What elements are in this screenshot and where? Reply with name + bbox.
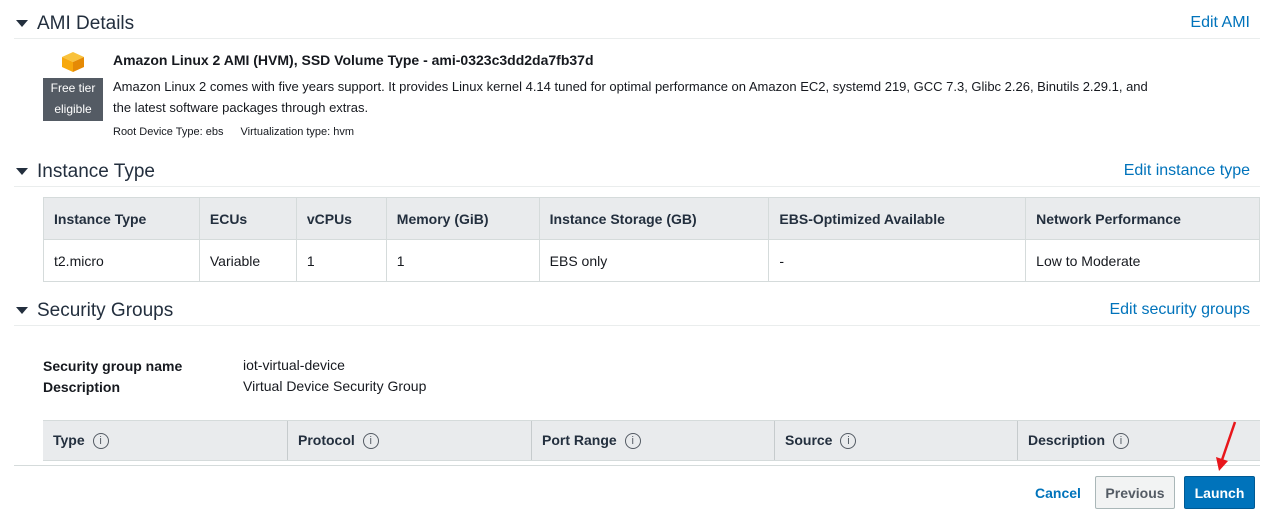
column-header: Network Performance [1025,197,1260,240]
collapse-caret-icon[interactable] [16,168,28,175]
previous-button[interactable]: Previous [1095,476,1175,509]
package-cube-icon [62,52,84,72]
table-header-row: Instance Type ECUs vCPUs Memory (GiB) In… [43,197,1260,240]
table-cell: Variable [198,239,297,282]
footer-divider [14,465,1260,466]
info-icon[interactable]: i [362,433,379,449]
rule-column-label: Description [1028,432,1106,448]
collapse-caret-icon[interactable] [16,20,28,27]
table-cell: 1 [295,239,387,282]
security-group-name-value: iot-virtual-device [243,357,345,373]
info-icon[interactable]: i [624,433,641,449]
ami-details-header: AMI Details Edit AMI [14,11,1260,39]
rule-column-type: Type i [43,421,287,460]
info-icon[interactable]: i [1113,433,1130,449]
column-header: Instance Type [43,197,200,240]
free-tier-badge: Free tier eligible [43,78,103,121]
column-header: EBS-Optimized Available [768,197,1027,240]
rule-column-source: Source i [774,421,1017,460]
collapse-caret-icon[interactable] [16,307,28,314]
edit-ami-link[interactable]: Edit AMI [1190,14,1250,32]
edit-security-groups-link[interactable]: Edit security groups [1109,301,1250,319]
rule-column-protocol: Protocol i [287,421,531,460]
security-groups-title: Security Groups [37,300,174,321]
rule-column-label: Type [53,432,85,448]
edit-instance-type-link[interactable]: Edit instance type [1124,162,1250,180]
instance-type-title: Instance Type [37,161,155,182]
security-groups-header: Security Groups Edit security groups [14,298,1260,326]
cancel-link[interactable]: Cancel [1035,485,1081,501]
ami-details-title: AMI Details [37,13,135,34]
info-icon[interactable]: i [92,433,109,449]
red-arrow-annotation-icon [1216,421,1237,471]
column-header: Instance Storage (GB) [538,197,770,240]
column-header: ECUs [198,197,297,240]
column-header: vCPUs [295,197,387,240]
rule-column-port-range: Port Range i [531,421,774,460]
info-icon[interactable]: i [840,433,857,449]
ami-name: Amazon Linux 2 AMI (HVM), SSD Volume Typ… [113,52,594,68]
rule-column-label: Protocol [298,432,355,448]
table-cell: 1 [385,239,540,282]
table-cell: Low to Moderate [1025,239,1260,282]
root-device-type: Root Device Type: ebs [113,126,224,138]
column-header: Memory (GiB) [385,197,540,240]
free-tier-badge-line2: eligible [54,102,92,116]
instance-type-table: Instance Type ECUs vCPUs Memory (GiB) In… [43,197,1260,282]
table-row: t2.micro Variable 1 1 EBS only - Low to … [43,239,1260,282]
virtualization-type: Virtualization type: hvm [240,126,355,138]
rule-column-label: Source [785,432,833,448]
table-cell: t2.micro [43,239,200,282]
launch-button[interactable]: Launch [1184,476,1255,509]
ami-meta: Root Device Type: ebs Virtualization typ… [113,126,354,138]
table-cell: - [768,239,1027,282]
ami-description: Amazon Linux 2 comes with five years sup… [113,79,1148,115]
security-group-description-value: Virtual Device Security Group [243,378,427,394]
security-group-name-label: Security group name [43,358,183,374]
table-cell: EBS only [538,239,770,282]
instance-type-header: Instance Type Edit instance type [14,159,1260,187]
security-group-description-label: Description [43,379,121,395]
security-rules-table-header: Type i Protocol i Port Range i Source i Desc… [43,420,1260,461]
free-tier-badge-line1: Free tier [50,81,96,95]
rule-column-label: Port Range [542,432,617,448]
